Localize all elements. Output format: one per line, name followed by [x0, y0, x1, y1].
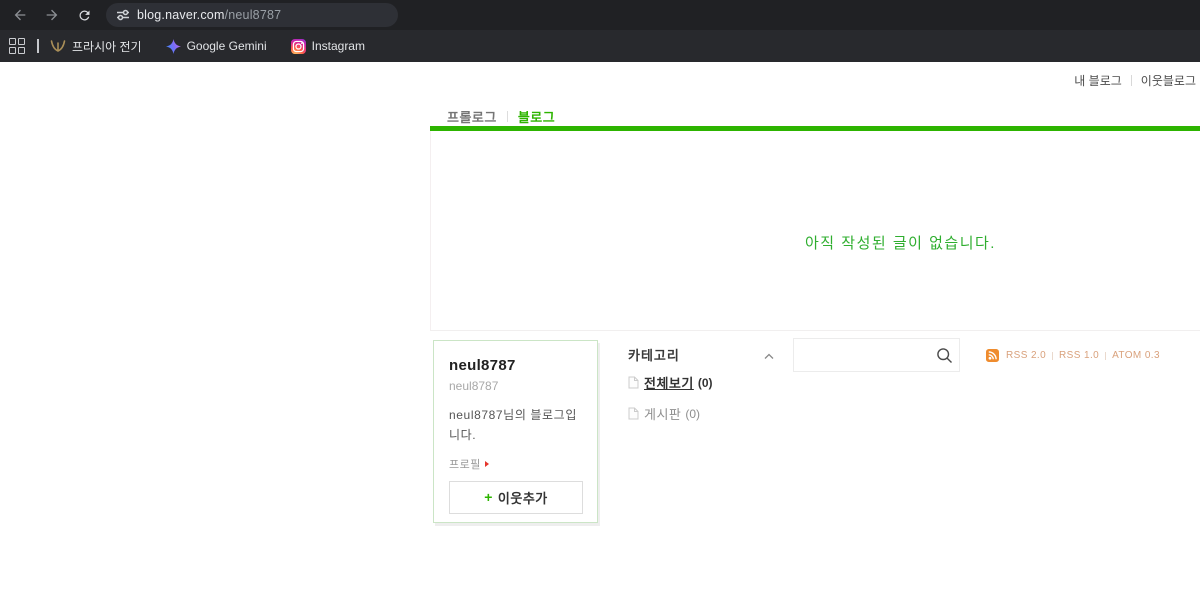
bookmarks-bar: 프라시아 전기 Google Gemini: [0, 30, 1200, 62]
profile-link-row[interactable]: 프로필: [449, 456, 583, 472]
bookmark-label: Google Gemini: [187, 39, 267, 53]
category-widget: 카테고리 전체보기 (0) 게시판 (0): [628, 345, 774, 423]
category-item-label[interactable]: 전체보기: [644, 373, 694, 392]
profile-description: neul8787님의 블로그입니다.: [449, 406, 583, 446]
document-icon: [628, 407, 639, 420]
rss-2-link[interactable]: RSS 2.0: [1006, 350, 1046, 361]
neighbor-blog-link[interactable]: 이웃블로그: [1141, 72, 1196, 89]
plus-icon: +: [484, 489, 493, 505]
blog-tabs: 프롤로그 블로그: [447, 107, 555, 126]
category-item-all[interactable]: 전체보기 (0): [628, 373, 774, 392]
tab-divider: [507, 111, 508, 122]
rss-divider: [1105, 352, 1106, 360]
rss-icon: [986, 349, 999, 362]
wings-icon: [50, 39, 66, 53]
bookmark-gemini[interactable]: Google Gemini: [166, 30, 267, 62]
blog-search-box: [793, 338, 960, 372]
address-bar[interactable]: blog.naver.com/neul8787: [106, 3, 398, 27]
bookmark-prasia[interactable]: 프라시아 전기: [50, 30, 142, 62]
rss-links: RSS 2.0 RSS 1.0 ATOM 0.3: [986, 349, 1160, 362]
forward-button[interactable]: [40, 3, 64, 27]
profile-card: neul8787 neul8787 neul8787님의 블로그입니다. 프로필…: [433, 340, 598, 523]
bookmark-instagram[interactable]: Instagram: [291, 30, 365, 62]
profile-name: neul8787: [449, 357, 583, 374]
reload-icon: [77, 8, 92, 23]
arrow-left-icon: [12, 7, 28, 23]
browser-window: blog.naver.com/neul8787 프라시아 전기: [0, 0, 1200, 615]
bookmark-label: Instagram: [312, 39, 365, 53]
rss-divider: [1052, 352, 1053, 360]
arrow-right-icon: [44, 7, 60, 23]
blog-page: 내 블로그 이웃블로그 프롤로그 블로그 아직 작성된 글이 없습니다. neu…: [0, 62, 1200, 615]
my-blog-link[interactable]: 내 블로그: [1074, 72, 1122, 89]
tab-prologue[interactable]: 프롤로그: [447, 107, 497, 126]
gemini-star-icon: [166, 39, 181, 54]
url-path: /neul8787: [225, 8, 282, 22]
document-icon: [628, 376, 639, 389]
search-input[interactable]: [794, 339, 929, 371]
category-header[interactable]: 카테고리: [628, 345, 774, 361]
browser-toolbar: blog.naver.com/neul8787: [0, 0, 1200, 30]
search-icon: [936, 347, 953, 364]
instagram-icon: [291, 39, 306, 54]
top-links-divider: [1131, 75, 1132, 86]
blog-top-links: 내 블로그 이웃블로그: [1074, 72, 1196, 89]
category-item-label[interactable]: 게시판: [644, 404, 681, 423]
post-list-area: 아직 작성된 글이 없습니다.: [430, 131, 1200, 331]
url-text: blog.naver.com/neul8787: [137, 8, 281, 22]
rss-1-link[interactable]: RSS 1.0: [1059, 350, 1099, 361]
bookmarks-divider: [37, 39, 39, 53]
add-neighbor-button[interactable]: + 이웃추가: [449, 481, 583, 514]
search-button[interactable]: [929, 339, 959, 371]
chevron-up-icon[interactable]: [764, 347, 774, 365]
add-neighbor-label: 이웃추가: [498, 488, 548, 507]
back-button[interactable]: [8, 3, 32, 27]
red-arrow-icon: [485, 461, 489, 467]
category-item-count: (0): [698, 376, 713, 390]
apps-grid-icon[interactable]: [9, 38, 25, 54]
reload-button[interactable]: [72, 3, 96, 27]
bookmark-label: 프라시아 전기: [72, 38, 142, 55]
site-settings-icon[interactable]: [116, 8, 130, 22]
url-host: blog.naver.com: [137, 8, 225, 22]
category-item-count: (0): [685, 407, 700, 421]
profile-blog-id: neul8787: [449, 379, 583, 393]
profile-link[interactable]: 프로필: [449, 456, 481, 472]
tab-blog[interactable]: 블로그: [518, 107, 555, 126]
category-item-board[interactable]: 게시판 (0): [628, 404, 774, 423]
category-title: 카테고리: [628, 348, 680, 363]
empty-posts-message: 아직 작성된 글이 없습니다.: [805, 232, 996, 253]
atom-link[interactable]: ATOM 0.3: [1112, 350, 1160, 361]
